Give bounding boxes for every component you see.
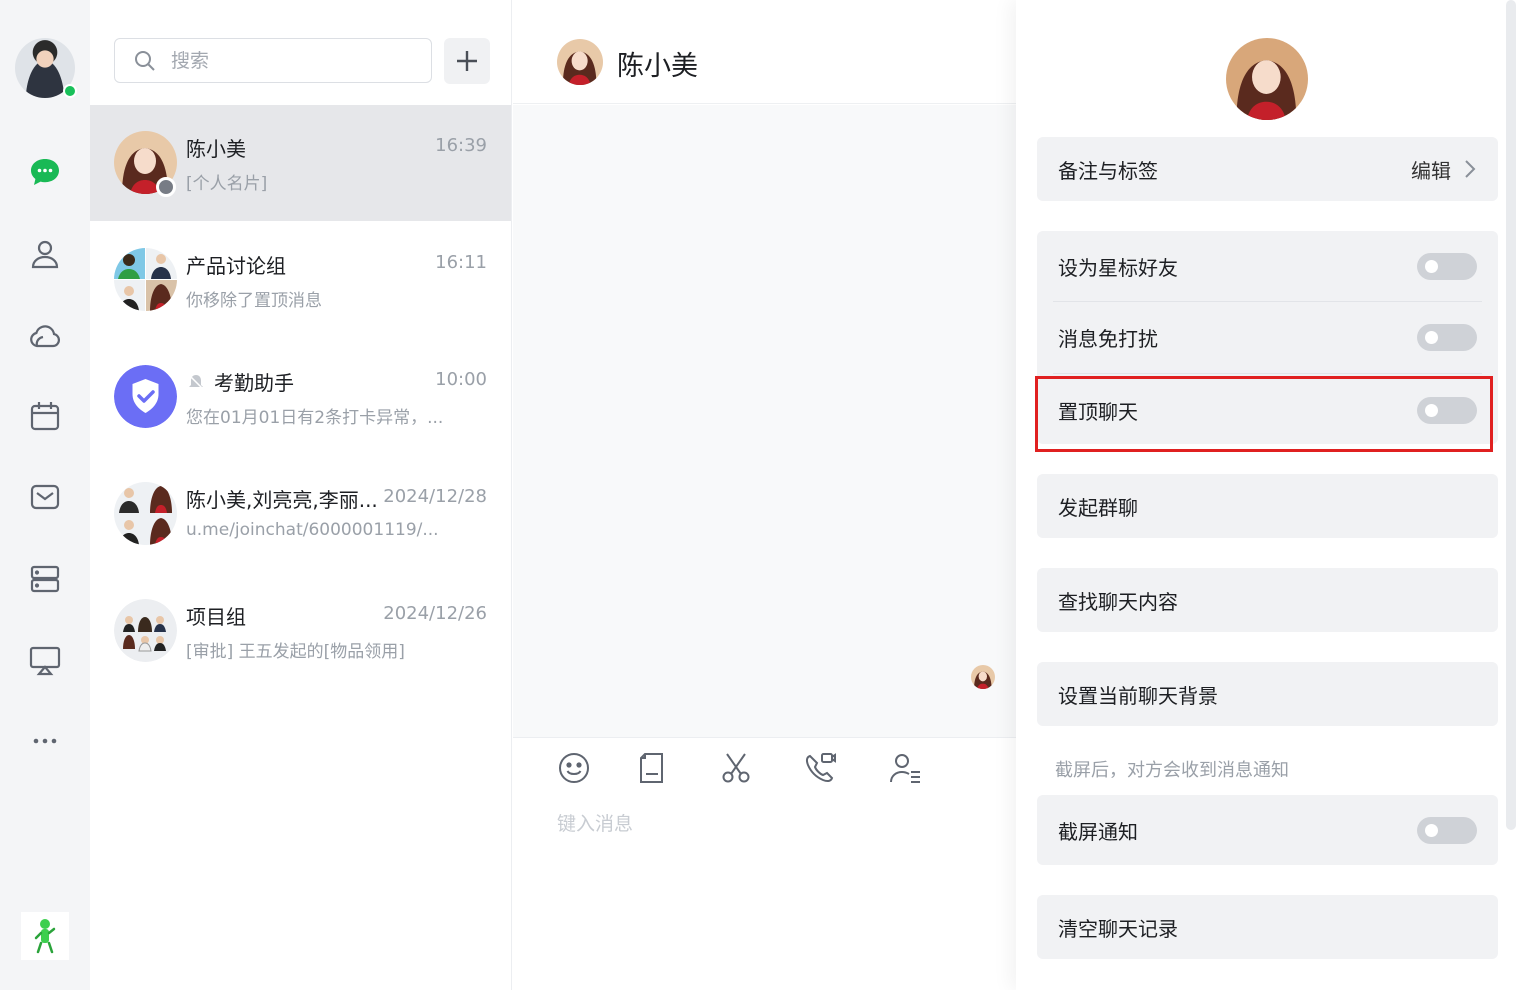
remark-row[interactable]: 备注与标签 编辑: [1037, 137, 1498, 201]
group-avatar: [114, 599, 177, 662]
conversation-time: 16:39: [435, 135, 487, 156]
conversation-preview: [审批] 王五发起的[物品领用]: [186, 642, 405, 662]
mute-label: 消息免打扰: [1058, 326, 1158, 351]
conversation-time: 2024/12/26: [383, 603, 487, 624]
edit-link[interactable]: 编辑: [1411, 155, 1451, 184]
app-window: 陈小美 16:39 [个人名片] 产品讨论组 16:11 你移除了置顶消息 考勤…: [0, 0, 1518, 990]
chat-icon[interactable]: [25, 152, 65, 192]
pin-chat-label: 置顶聊天: [1058, 399, 1138, 424]
database-icon[interactable]: [25, 559, 65, 599]
chat-settings-panel: 备注与标签 编辑 设为星标好友 消息免打扰 置顶聊天 发起群聊 查找聊天内容 设…: [1016, 0, 1506, 990]
conversation-item[interactable]: 考勤助手 10:00 您在01月01日有2条打卡异常，...: [90, 339, 511, 455]
search-input[interactable]: [171, 49, 391, 72]
divider: [1053, 301, 1482, 302]
message-area: [513, 105, 1016, 737]
chat-header: 陈小美: [513, 0, 1016, 104]
remark-card[interactable]: 备注与标签 编辑: [1037, 137, 1498, 201]
more-icon[interactable]: [25, 721, 65, 761]
message-input[interactable]: [557, 804, 977, 844]
conversation-item[interactable]: 陈小美,刘亮亮,李丽... 2024/12/28 u.me/joinchat/6…: [90, 456, 511, 572]
remark-label: 备注与标签: [1058, 158, 1158, 183]
find-content-label: 查找聊天内容: [1058, 589, 1178, 614]
chevron-right-icon: [1465, 160, 1476, 178]
screenshot-toggle[interactable]: [1417, 816, 1477, 844]
group-avatar: [114, 248, 177, 311]
left-rail: [0, 0, 90, 990]
toggle-card: 设为星标好友 消息免打扰 置顶聊天: [1037, 231, 1498, 444]
conversation-item[interactable]: 产品讨论组 16:11 你移除了置顶消息: [90, 222, 511, 338]
mute-toggle[interactable]: [1417, 323, 1477, 351]
mute-row: 消息免打扰: [1037, 305, 1498, 369]
conversation-time: 2024/12/28: [383, 486, 487, 507]
chat-background-card[interactable]: 设置当前聊天背景: [1037, 662, 1498, 726]
star-friend-row: 设为星标好友: [1037, 234, 1498, 298]
start-group-card[interactable]: 发起群聊: [1037, 474, 1498, 538]
add-contact-icon[interactable]: [885, 748, 925, 788]
conversation-name: 陈小美: [186, 137, 246, 161]
pin-chat-toggle[interactable]: [1417, 396, 1477, 424]
conversation-item[interactable]: 项目组 2024/12/26 [审批] 王五发起的[物品领用]: [90, 573, 511, 689]
conversation-name: 考勤助手: [214, 371, 294, 395]
pin-chat-row: 置顶聊天: [1037, 378, 1498, 442]
chat-title: 陈小美: [617, 51, 698, 82]
conversation-time: 16:11: [435, 252, 487, 273]
conversation-preview: 你移除了置顶消息: [186, 291, 322, 311]
my-avatar[interactable]: [15, 38, 77, 98]
conversation-preview: [个人名片]: [186, 174, 268, 194]
screenshot-card: 截屏通知: [1037, 795, 1498, 865]
add-button[interactable]: [444, 38, 490, 84]
profile-avatar[interactable]: [1226, 38, 1308, 120]
screen-share-icon[interactable]: [25, 640, 65, 680]
conversation-name: 产品讨论组: [186, 254, 286, 278]
panel-scrollbar[interactable]: [1506, 0, 1518, 990]
contacts-icon[interactable]: [25, 234, 65, 274]
divider: [1053, 373, 1482, 374]
conversation-time: 10:00: [435, 369, 487, 390]
scrollbar-thumb[interactable]: [1506, 0, 1516, 830]
cloud-icon[interactable]: [25, 316, 65, 356]
screenshot-row: 截屏通知: [1037, 798, 1498, 862]
search-icon: [135, 50, 155, 71]
start-group-label: 发起群聊: [1058, 495, 1138, 520]
screenshot-label: 截屏通知: [1058, 819, 1138, 844]
mute-bell-icon: [186, 372, 206, 397]
plus-icon: [457, 51, 477, 71]
conversation-preview: 您在01月01日有2条打卡异常，...: [186, 408, 444, 428]
emoji-icon[interactable]: [554, 748, 594, 788]
peer-avatar-small[interactable]: [971, 665, 995, 689]
video-call-icon[interactable]: [800, 748, 840, 788]
star-friend-toggle[interactable]: [1417, 252, 1477, 280]
clear-history-card[interactable]: 清空聊天记录: [1037, 895, 1498, 959]
online-status-dot: [63, 84, 77, 98]
mascot-app-icon[interactable]: [21, 912, 69, 960]
conversation-name: 陈小美,刘亮亮,李丽...: [186, 488, 378, 512]
mail-icon[interactable]: [25, 477, 65, 517]
chat-avatar[interactable]: [557, 39, 603, 85]
chat-background-label: 设置当前聊天背景: [1058, 683, 1218, 708]
file-icon[interactable]: [632, 748, 672, 788]
conversation-name: 项目组: [186, 605, 246, 629]
screenshot-hint: 截屏后，对方会收到消息通知: [1055, 760, 1289, 781]
conversation-preview: u.me/joinchat/6000001119/...: [186, 520, 439, 540]
star-friend-label: 设为星标好友: [1058, 255, 1178, 280]
composer: [513, 737, 1016, 990]
attendance-assistant-avatar: [114, 365, 177, 428]
clear-history-label: 清空聊天记录: [1058, 916, 1178, 941]
search-box[interactable]: [114, 38, 432, 83]
find-content-card[interactable]: 查找聊天内容: [1037, 568, 1498, 632]
group-avatar: [114, 482, 177, 545]
status-indicator: [156, 177, 176, 197]
scissors-icon[interactable]: [716, 748, 756, 788]
conversation-item[interactable]: 陈小美 16:39 [个人名片]: [90, 105, 511, 221]
chat-area: 陈小美: [513, 0, 1016, 990]
calendar-icon[interactable]: [25, 396, 65, 436]
conversation-list: 陈小美 16:39 [个人名片] 产品讨论组 16:11 你移除了置顶消息 考勤…: [90, 0, 512, 990]
conversation-name-row: 考勤助手: [186, 367, 294, 397]
